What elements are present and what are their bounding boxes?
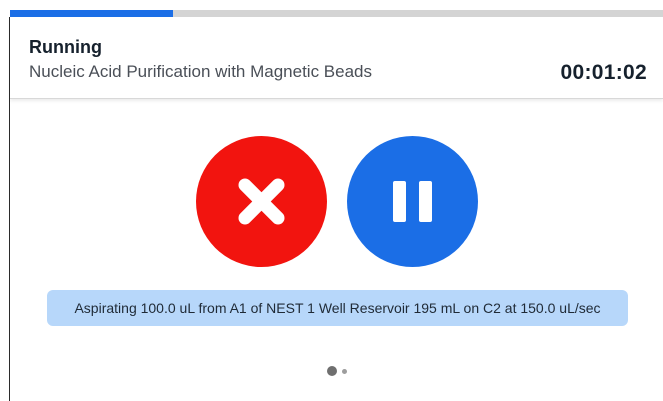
current-command-banner: Aspirating 100.0 uL from A1 of NEST 1 We… xyxy=(47,290,628,326)
page-indicator-inactive[interactable] xyxy=(342,369,347,374)
page-indicator-active xyxy=(327,366,337,376)
progress-fill xyxy=(10,10,174,17)
progress-bar xyxy=(10,10,663,17)
top-strip xyxy=(0,0,663,10)
run-header: Running Nucleic Acid Purification with M… xyxy=(10,17,663,99)
close-icon xyxy=(238,178,285,225)
run-screen: Running Nucleic Acid Purification with M… xyxy=(0,0,663,401)
protocol-name: Nucleic Acid Purification with Magnetic … xyxy=(29,62,372,81)
current-command-text: Aspirating 100.0 uL from A1 of NEST 1 We… xyxy=(74,300,601,316)
run-status-label: Running xyxy=(29,37,102,57)
pause-run-button[interactable] xyxy=(347,136,478,267)
pause-icon xyxy=(393,181,432,222)
elapsed-timer: 00:01:02 xyxy=(560,61,647,84)
cancel-run-button[interactable] xyxy=(196,136,327,267)
